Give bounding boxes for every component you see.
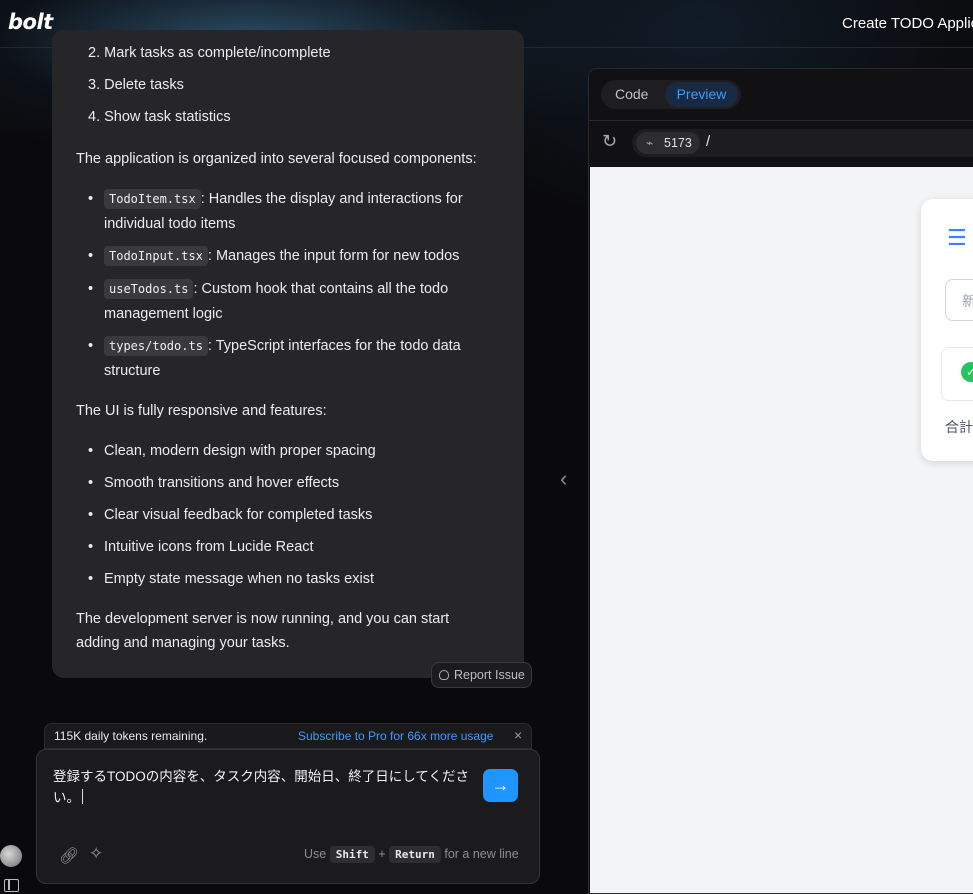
list-checks-icon: ☰ [947, 225, 967, 250]
inline-code: TodoItem.tsx [104, 189, 201, 209]
list-item: 2. Mark tasks as complete/incomplete [88, 45, 331, 61]
bolt-logo[interactable]: bolt [8, 10, 53, 34]
components-intro: The application is organized into severa… [76, 151, 477, 167]
report-issue-button[interactable]: Report Issue [431, 662, 532, 688]
sparkles-icon[interactable]: ✧ [89, 844, 103, 864]
subscribe-link[interactable]: Subscribe to Pro for 66x more usage [298, 729, 493, 743]
view-tabs: Code Preview [601, 80, 741, 109]
preview-frame[interactable]: ☰ 新 ✓ 合計 [590, 167, 973, 893]
new-todo-input[interactable]: 新 [945, 279, 973, 321]
project-title[interactable]: Create TODO Applic [842, 15, 973, 32]
newline-hint: Use Shift + Return for a new line [304, 846, 519, 863]
token-banner: 115K daily tokens remaining. Subscribe t… [44, 723, 532, 749]
text-caret [82, 789, 83, 804]
plug-icon: ⌁ [646, 136, 654, 150]
port-selector[interactable]: ⌁ 5173 [636, 132, 700, 154]
avatar[interactable] [0, 845, 22, 867]
sidebar-toggle-icon[interactable] [4, 879, 19, 892]
list-item: 3. Delete tasks [88, 77, 184, 93]
close-icon[interactable]: × [514, 727, 522, 743]
tab-preview[interactable]: Preview [665, 82, 738, 107]
check-circle-icon[interactable]: ✓ [961, 362, 973, 382]
chat-input-box: 登録するTODOの内容を、タスク内容、開始日、終了日にしてください。 → 🔗︎ … [36, 749, 540, 884]
send-button[interactable]: → [483, 769, 518, 802]
todo-card: ☰ 新 ✓ 合計 [921, 199, 973, 461]
inline-code: useTodos.ts [104, 279, 194, 299]
chat-input[interactable]: 登録するTODOの内容を、タスク内容、開始日、終了日にしてください。 [53, 766, 473, 808]
shift-key: Shift [329, 846, 375, 863]
preview-url-bar[interactable]: ⌁ 5173 / [632, 129, 973, 157]
inline-code: TodoInput.tsx [104, 246, 208, 266]
divider [589, 120, 973, 121]
url-path[interactable]: / [706, 133, 710, 150]
chevron-left-icon[interactable]: ‹ [560, 466, 567, 492]
return-key: Return [389, 846, 441, 863]
closing-text: The development server is now running, a… [76, 611, 450, 651]
reload-icon[interactable]: ↻ [602, 131, 617, 152]
todo-item[interactable]: ✓ [941, 347, 973, 401]
inline-code: types/todo.ts [104, 336, 208, 356]
arrow-right-icon: → [491, 775, 510, 795]
tab-code[interactable]: Code [615, 86, 648, 102]
features-intro: The UI is fully responsive and features: [76, 403, 327, 419]
tokens-remaining: 115K daily tokens remaining. [54, 729, 208, 743]
link-icon[interactable]: 🔗︎ [59, 846, 79, 866]
list-item: 4. Show task statistics [88, 109, 231, 125]
total-label: 合計 [945, 419, 973, 435]
bug-icon [439, 670, 449, 680]
workbench-panel: Code Preview ↻ ⌁ 5173 / ☰ 新 ✓ 合計 [588, 68, 973, 894]
